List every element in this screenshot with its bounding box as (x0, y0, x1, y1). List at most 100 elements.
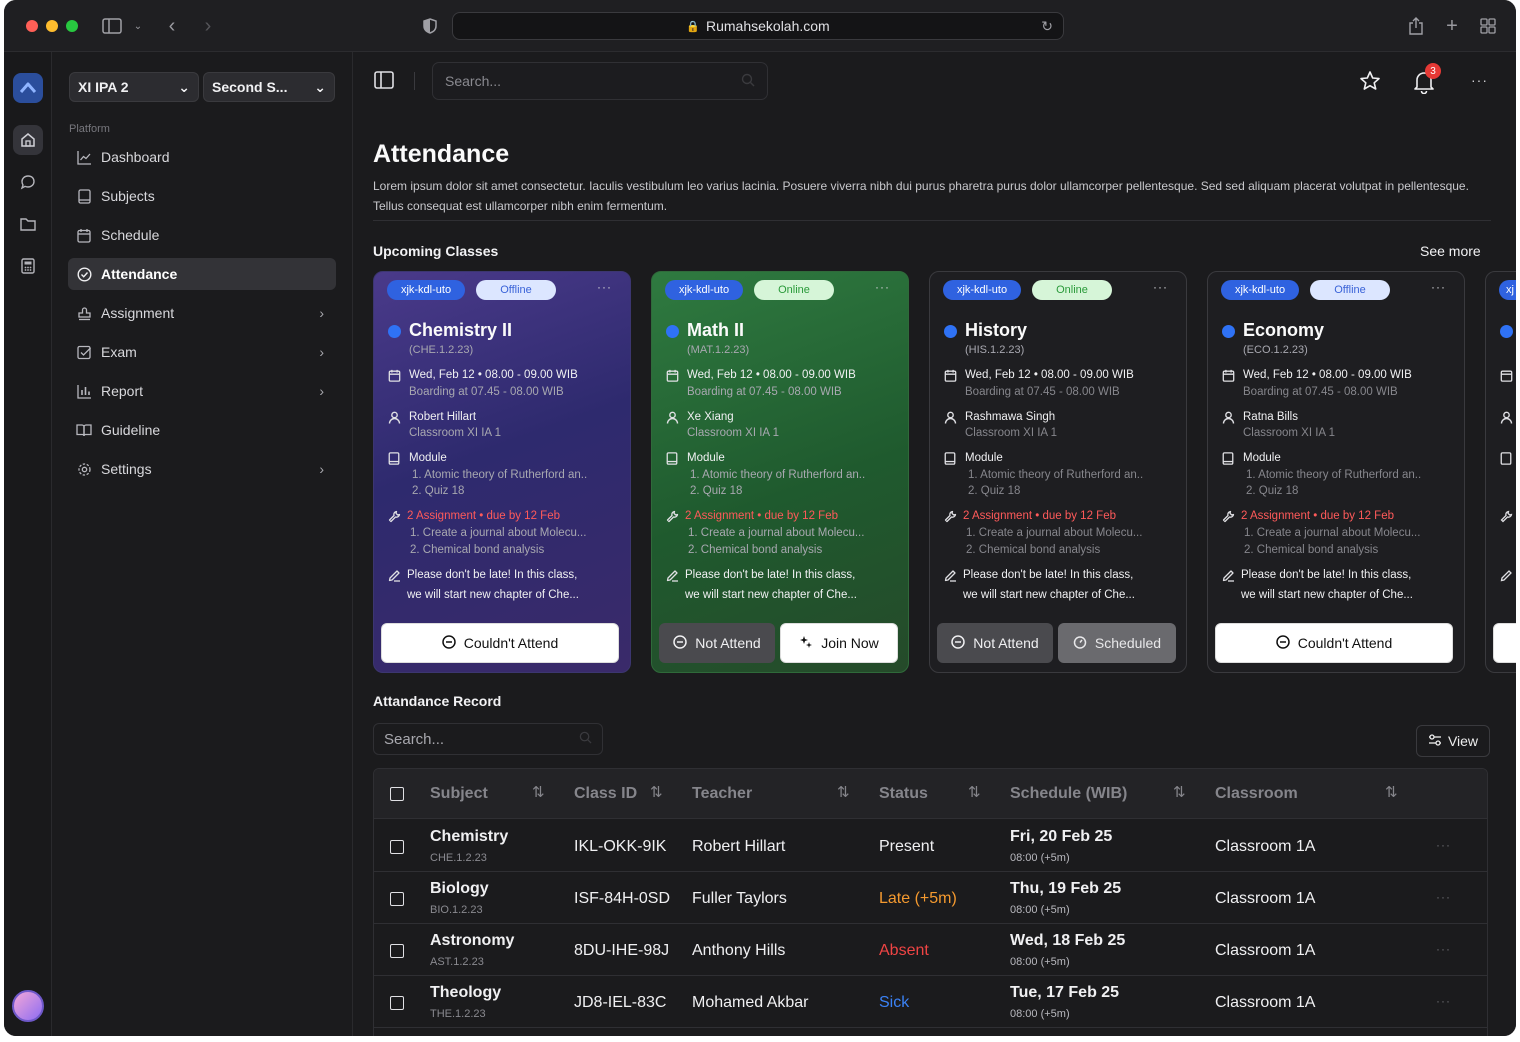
assignment-due: 2 Assignment • due by 12 Feb (407, 510, 560, 522)
section-divider (373, 220, 1491, 221)
folder-icon[interactable] (13, 209, 43, 239)
close-window-button[interactable] (26, 20, 38, 32)
panel-toggle-icon[interactable] (374, 71, 394, 94)
card-more-icon[interactable]: ··· (1431, 280, 1446, 294)
sidebar-toggle-icon[interactable] (100, 14, 124, 38)
top-search-input[interactable]: Search... (432, 62, 768, 100)
row-checkbox[interactable] (390, 996, 404, 1010)
see-more-link[interactable]: See more (1420, 243, 1481, 259)
class-select[interactable]: XI IPA 2 ⌄ (69, 72, 199, 102)
calendar-icon (1222, 369, 1236, 383)
sidebar-item-schedule[interactable]: Schedule (68, 219, 336, 251)
class-select-value: XI IPA 2 (78, 79, 129, 95)
row-more-icon[interactable]: ··· (1436, 838, 1451, 852)
forward-icon[interactable]: › (196, 14, 220, 38)
teacher-name: Ratna Bills (1243, 411, 1298, 423)
user-avatar[interactable] (12, 990, 44, 1022)
chevron-down-icon[interactable]: ⌄ (126, 14, 150, 38)
not-attend-button[interactable]: Not Attend (937, 623, 1053, 663)
class-card-math[interactable]: xjk-kdl-uto Online ··· Math II (MAT.1.2.… (651, 271, 909, 673)
more-options-icon[interactable]: ··· (1471, 72, 1488, 88)
chart-line-icon (76, 149, 92, 165)
semester-select[interactable]: Second S... ⌄ (203, 72, 335, 102)
sort-icon[interactable]: ⇅ (837, 783, 850, 801)
class-id-tag: xjk-kdl-uto (943, 280, 1021, 300)
scheduled-button[interactable]: Scheduled (1058, 623, 1176, 663)
sidebar-item-report[interactable]: Report › (68, 375, 336, 407)
home-icon[interactable] (13, 125, 43, 155)
sort-icon[interactable]: ⇅ (968, 783, 981, 801)
card-more-icon[interactable]: ··· (597, 280, 612, 294)
shield-icon[interactable] (418, 14, 442, 38)
star-icon[interactable] (1359, 70, 1381, 97)
row-more-icon[interactable]: ··· (1436, 942, 1451, 956)
table-row[interactable]: Biology BIO.1.2.23 ISF-84H-0SD Fuller Ta… (374, 872, 1487, 924)
row-more-icon[interactable]: ··· (1436, 890, 1451, 904)
notification-badge: 3 (1425, 63, 1441, 79)
calculator-icon[interactable] (13, 251, 43, 281)
column-header-teacher[interactable]: Teacher (692, 785, 752, 803)
row-checkbox[interactable] (390, 944, 404, 958)
sidebar-item-settings[interactable]: Settings › (68, 453, 336, 485)
couldnt-attend-button[interactable]: Couldn't Attend (1215, 623, 1453, 663)
record-search-input[interactable]: Search... (373, 723, 603, 755)
sidebar-item-attendance[interactable]: Attendance (68, 258, 336, 290)
table-row[interactable]: Chemistry CHE.1.2.23 IKL-OKK-9IK Robert … (374, 820, 1487, 872)
sort-icon[interactable]: ⇅ (1385, 783, 1398, 801)
app-logo-icon[interactable] (13, 73, 43, 103)
couldnt-attend-button[interactable]: Couldn't Attend (381, 623, 619, 663)
assignment-item: 2. Chemical bond analysis (966, 544, 1101, 556)
select-all-checkbox[interactable] (390, 787, 404, 801)
join-now-button[interactable]: Join Now (780, 623, 898, 663)
class-card-economy[interactable]: xjk-kdl-uto Offline ··· Economy (ECO.1.2… (1207, 271, 1465, 673)
sort-icon[interactable]: ⇅ (1173, 783, 1186, 801)
class-card-history[interactable]: xjk-kdl-uto Online ··· History (HIS.1.2.… (929, 271, 1187, 673)
card-more-icon[interactable]: ··· (1153, 280, 1168, 294)
column-header-subject[interactable]: Subject (430, 785, 488, 803)
sidebar-item-subjects[interactable]: Subjects (68, 180, 336, 212)
address-bar[interactable]: 🔒 Rumahsekolah.com ↻ (452, 12, 1064, 40)
table-row[interactable]: Astronomy AST.1.2.23 8DU-IHE-98J Anthony… (374, 924, 1487, 976)
class-note: Please don't be late! In this class, (407, 569, 578, 581)
teacher-name: Robert Hillart (409, 411, 477, 423)
back-icon[interactable]: ‹ (160, 14, 184, 38)
table-row[interactable]: Theology THE.1.2.23 JD8-IEL-83C Mohamed … (374, 976, 1487, 1028)
sidebar-item-dashboard[interactable]: Dashboard (68, 141, 336, 173)
chevron-right-icon: › (319, 461, 324, 477)
mode-badge: Online (1032, 280, 1112, 300)
new-tab-icon[interactable]: + (1440, 14, 1464, 38)
top-search-placeholder: Search... (445, 73, 502, 89)
minimize-window-button[interactable] (46, 20, 58, 32)
partial-card-button[interactable] (1493, 623, 1516, 663)
view-options-button[interactable]: View (1416, 725, 1490, 757)
chat-icon[interactable] (13, 167, 43, 197)
class-note: Please don't be late! In this class, (963, 569, 1134, 581)
assignment-item: 2. Chemical bond analysis (410, 544, 545, 556)
view-label: View (1447, 733, 1479, 749)
row-more-icon[interactable]: ··· (1436, 994, 1451, 1008)
column-header-classroom[interactable]: Classroom (1215, 785, 1298, 803)
attendance-record-title: Attandance Record (373, 693, 502, 709)
sort-icon[interactable]: ⇅ (532, 783, 545, 801)
class-card-chemistry[interactable]: xjk-kdl-uto Offline ··· Chemistry II (CH… (373, 271, 631, 673)
gear-icon (76, 461, 92, 477)
column-header-class-id[interactable]: Class ID (574, 785, 637, 803)
share-icon[interactable] (1404, 14, 1428, 38)
maximize-window-button[interactable] (66, 20, 78, 32)
not-attend-button[interactable]: Not Attend (659, 623, 775, 663)
class-note: we will start new chapter of Che... (685, 589, 857, 601)
card-more-icon[interactable]: ··· (875, 280, 890, 294)
class-card-partial[interactable]: xj (1485, 271, 1516, 673)
tab-overview-icon[interactable] (1476, 14, 1500, 38)
class-note: we will start new chapter of Che... (963, 589, 1135, 601)
column-header-status[interactable]: Status (879, 785, 928, 803)
subject-name: Chemistry II (409, 320, 513, 340)
reload-icon[interactable]: ↻ (1041, 18, 1053, 35)
column-header-schedule[interactable]: Schedule (WIB) (1010, 785, 1127, 803)
sort-icon[interactable]: ⇅ (650, 783, 663, 801)
sidebar-item-assignment[interactable]: Assignment › (68, 297, 336, 329)
sidebar-item-guideline[interactable]: Guideline (68, 414, 336, 446)
sidebar-item-exam[interactable]: Exam › (68, 336, 336, 368)
row-checkbox[interactable] (390, 840, 404, 854)
row-checkbox[interactable] (390, 892, 404, 906)
